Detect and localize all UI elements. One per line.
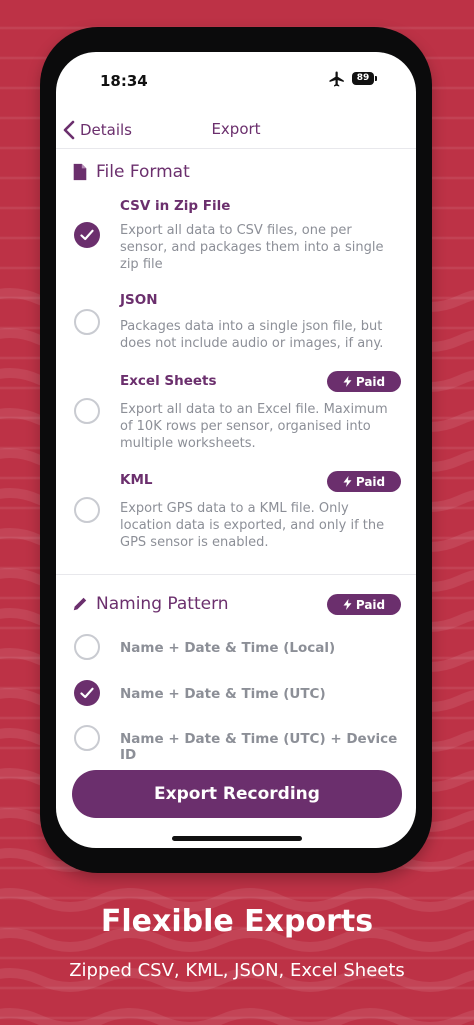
bolt-icon — [343, 599, 352, 610]
checkmark-icon — [80, 687, 94, 699]
status-time: 18:34 — [100, 72, 148, 90]
document-icon — [73, 163, 87, 181]
home-indicator — [172, 836, 302, 841]
airplane-icon — [329, 71, 344, 87]
radio-csv[interactable] — [74, 222, 100, 248]
status-bar: 18:34 89 — [56, 52, 416, 104]
checkmark-icon — [80, 229, 94, 241]
radio-name-local[interactable] — [74, 634, 100, 660]
radio-json[interactable] — [74, 309, 100, 335]
page-title: Export — [211, 120, 261, 138]
option-title: JSON — [120, 292, 158, 308]
option-description: Export GPS data to a KML file. Only loca… — [120, 501, 385, 550]
bolt-icon — [343, 476, 352, 487]
option-description: Packages data into a single json file, b… — [120, 319, 384, 351]
file-format-heading: File Format — [72, 162, 190, 182]
option-label: Name + Date & Time (UTC) — [120, 686, 326, 702]
paid-badge: Paid — [327, 471, 401, 492]
app-screen: 18:34 89 Details Export File Format CSV … — [56, 52, 416, 848]
export-recording-button[interactable]: Export Recording — [72, 770, 402, 818]
nav-divider — [56, 148, 416, 149]
option-label: Name + Date & Time (Local) — [120, 640, 336, 656]
promo-headline: Flexible Exports — [100, 904, 374, 939]
radio-kml[interactable] — [74, 497, 100, 523]
option-description: Export all data to CSV files, one per se… — [120, 223, 384, 272]
paid-badge: Paid — [327, 371, 401, 392]
option-title: CSV in Zip File — [120, 198, 231, 214]
promo-subline: Zipped CSV, KML, JSON, Excel Sheets — [69, 960, 405, 981]
section-divider — [56, 574, 416, 575]
option-description: Export all data to an Excel file. Maximu… — [120, 402, 388, 451]
option-title: Excel Sheets — [120, 373, 217, 389]
radio-name-utc-device[interactable] — [74, 725, 100, 751]
naming-pattern-heading: Naming Pattern — [72, 594, 229, 614]
paid-badge: Paid — [327, 594, 401, 615]
radio-excel[interactable] — [74, 398, 100, 424]
option-label: Name + Date & Time (UTC) + Device ID — [120, 731, 398, 763]
battery-icon: 89 — [352, 72, 374, 85]
pencil-icon — [73, 597, 87, 611]
navigation-bar: Details Export — [56, 112, 416, 148]
bolt-icon — [343, 376, 352, 387]
battery-tip — [375, 76, 377, 81]
option-title: KML — [120, 472, 153, 488]
radio-name-utc[interactable] — [74, 680, 100, 706]
